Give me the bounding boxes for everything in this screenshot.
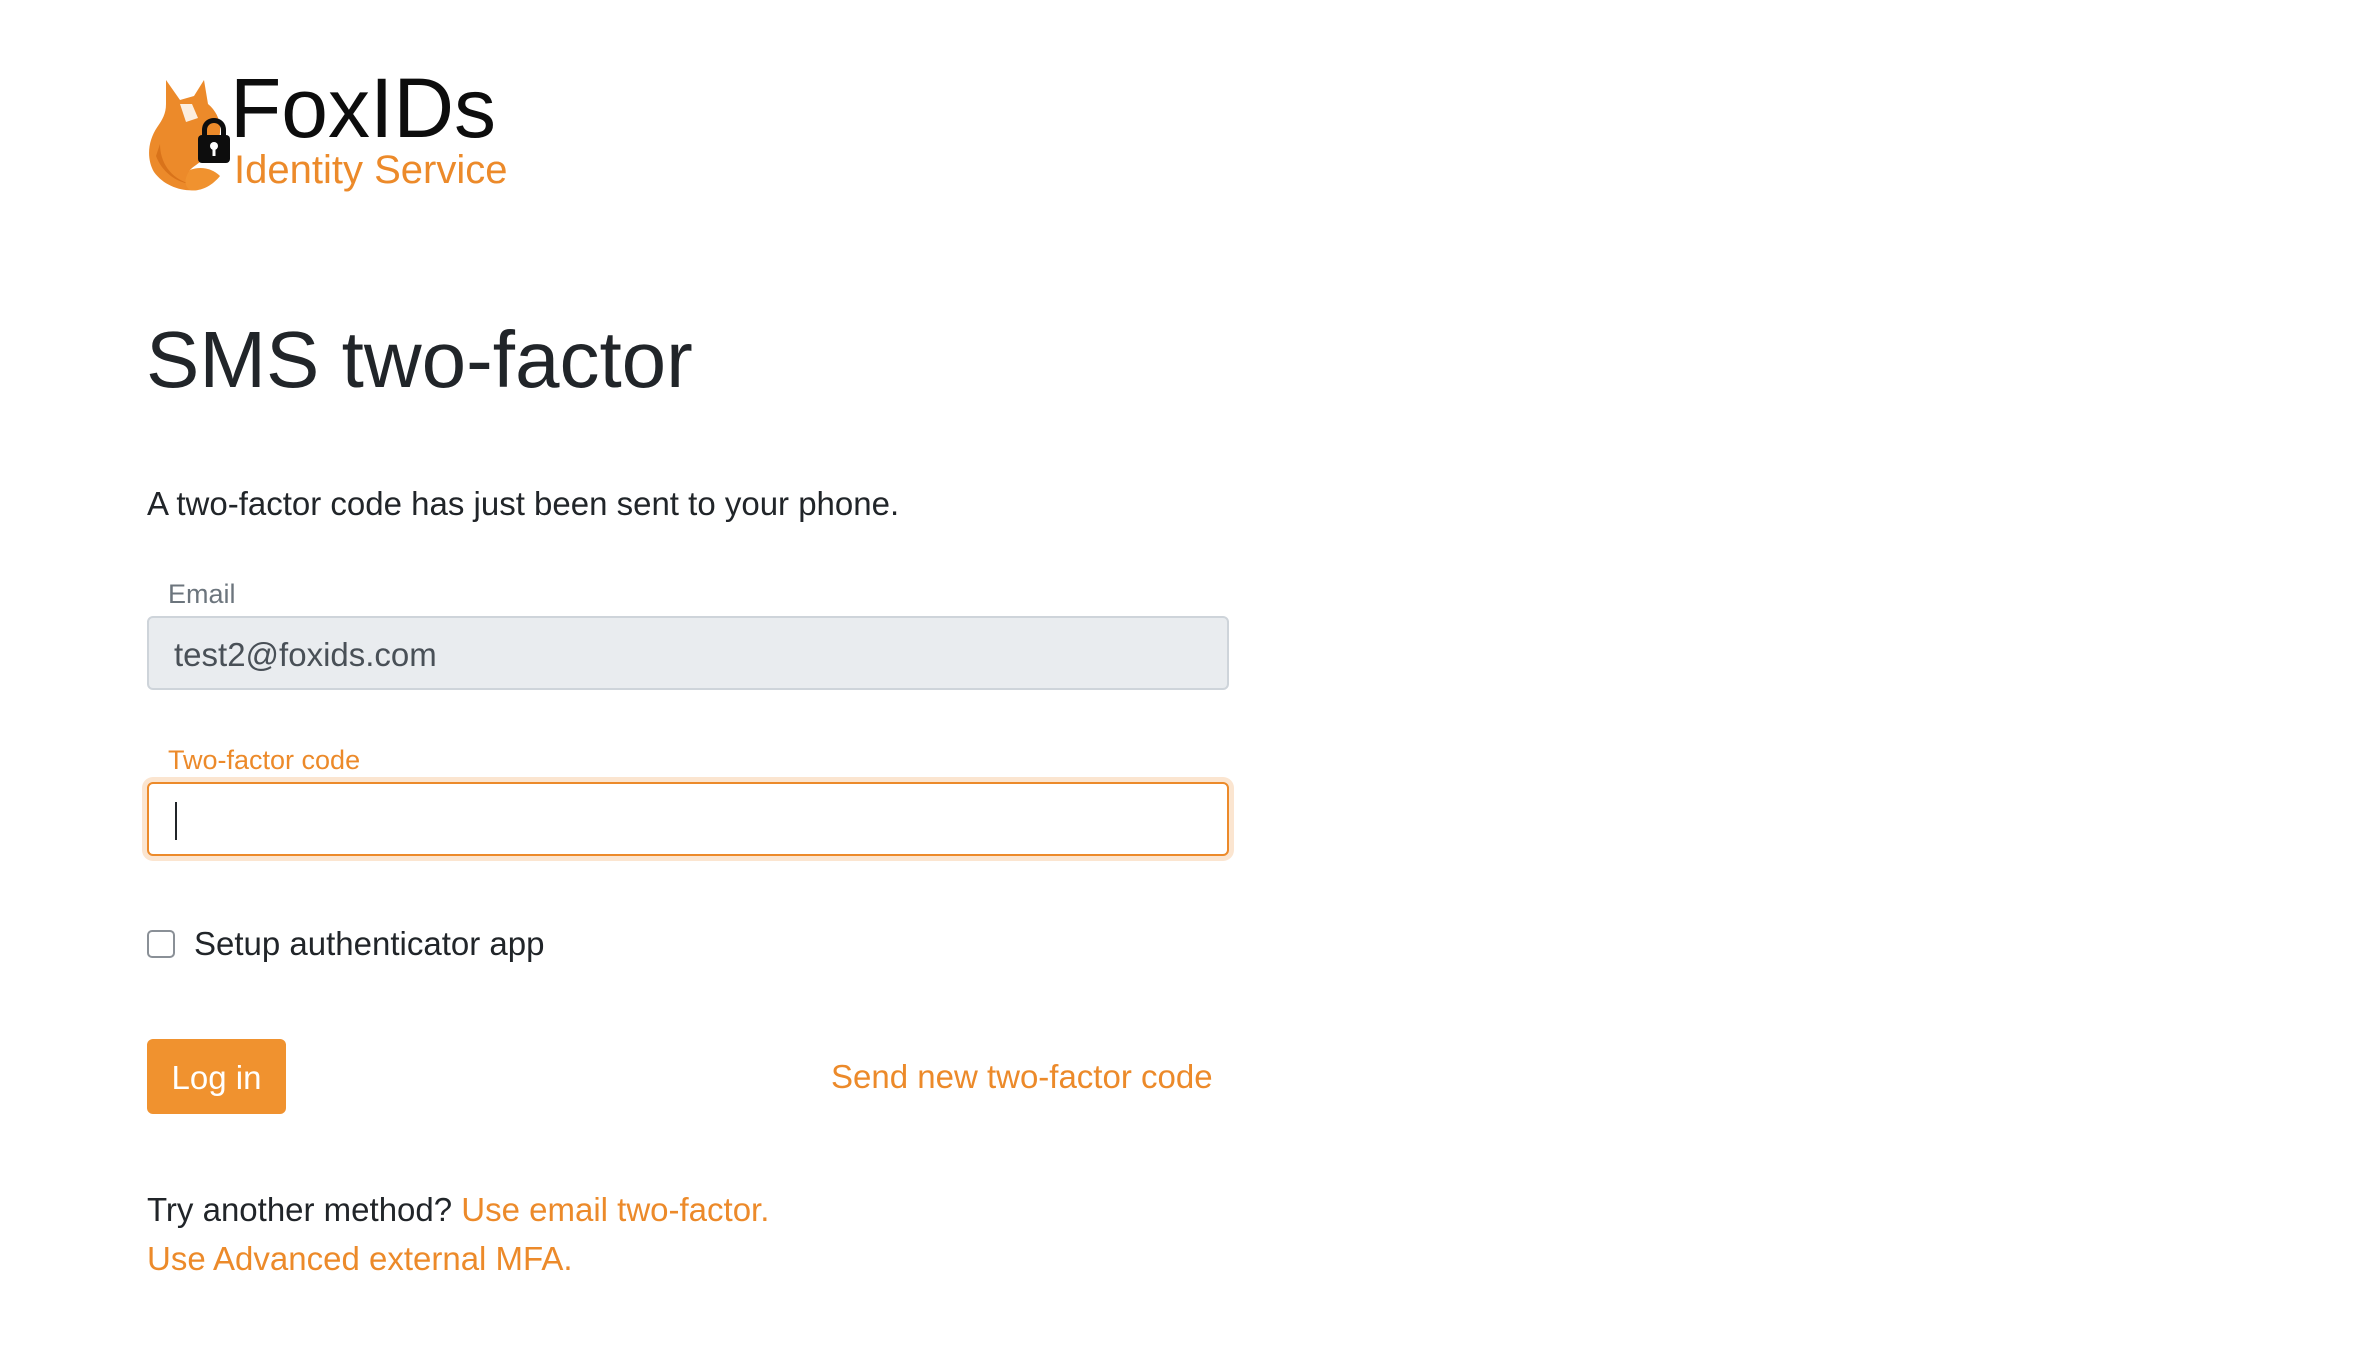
alternative-methods: Try another method? Use email two-factor… [147, 1190, 769, 1230]
intro-text: A two-factor code has just been sent to … [147, 485, 900, 522]
resend-code-link[interactable]: Send new two-factor code [831, 1057, 1213, 1097]
alternative-prompt: Try another method? [147, 1191, 462, 1228]
setup-authenticator-label[interactable]: Setup authenticator app [194, 925, 544, 963]
email-field[interactable]: test2@foxids.com [147, 616, 1229, 690]
setup-authenticator-checkbox[interactable] [147, 930, 175, 958]
fox-lock-icon [149, 80, 230, 191]
brand-name: FoxIDs [230, 61, 497, 155]
two-factor-code-label: Two-factor code [168, 745, 361, 775]
alternative-methods-line-2: Use Advanced external MFA. [147, 1239, 573, 1279]
text-caret [175, 802, 177, 840]
two-factor-code-input[interactable] [147, 782, 1229, 856]
foxids-logo[interactable]: FoxIDs Identity Service [146, 66, 566, 204]
email-label: Email [168, 579, 236, 609]
brand-tagline: Identity Service [234, 148, 508, 192]
page: FoxIDs Identity Service SMS two-factor A… [0, 0, 2368, 1352]
login-button[interactable]: Log in [147, 1039, 286, 1114]
email-two-factor-link[interactable]: Use email two-factor. [461, 1191, 769, 1228]
setup-authenticator-option[interactable]: Setup authenticator app [147, 924, 544, 964]
external-mfa-link[interactable]: Use Advanced external MFA. [147, 1240, 573, 1277]
page-title: SMS two-factor [146, 315, 693, 404]
